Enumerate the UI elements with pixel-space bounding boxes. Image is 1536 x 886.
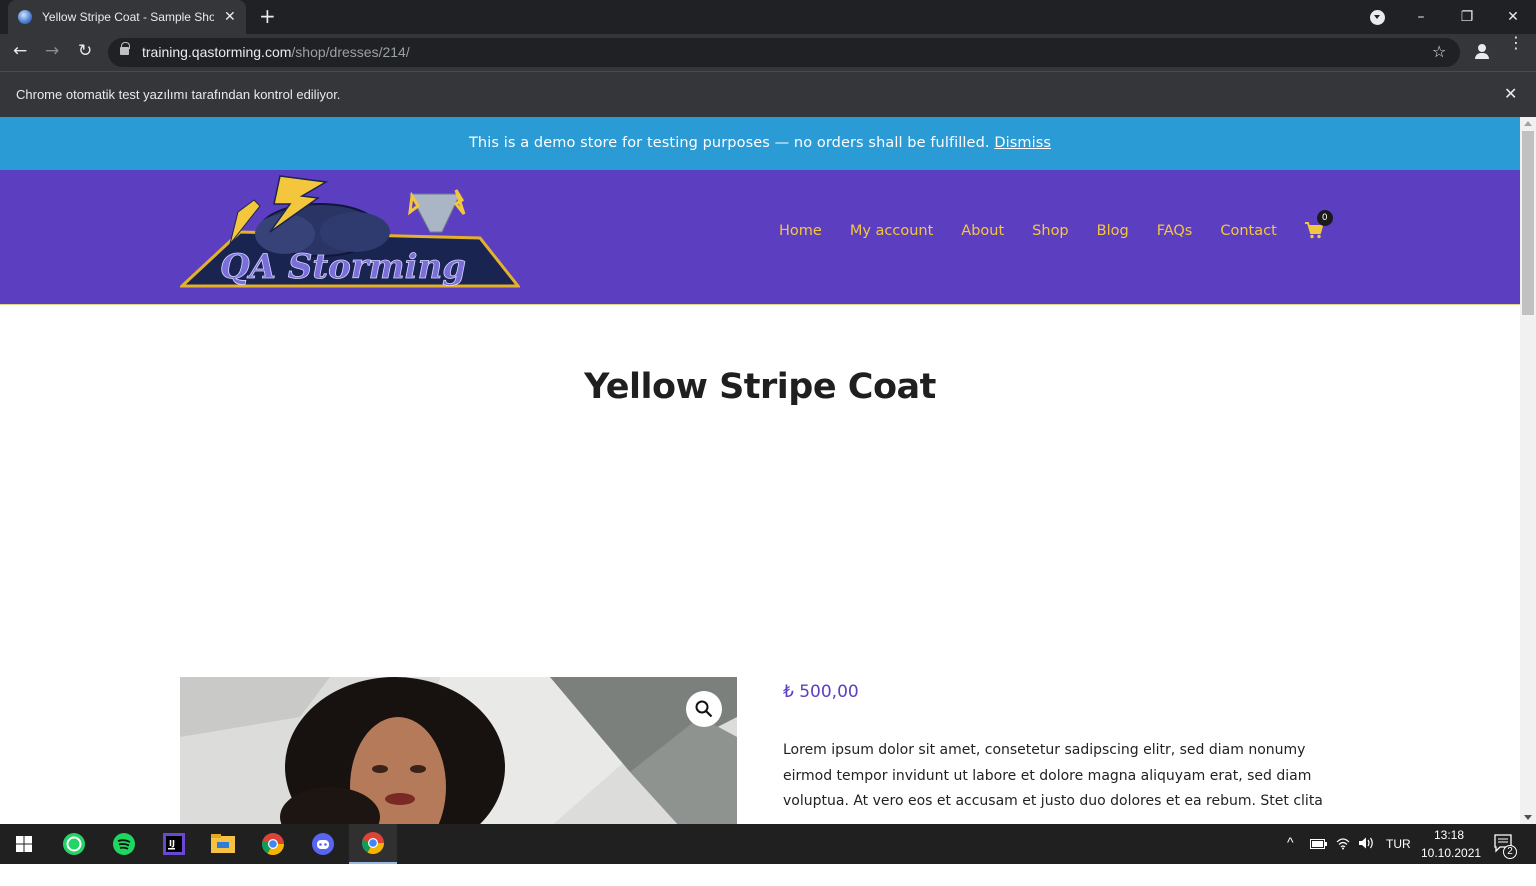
cart-button[interactable]: 0	[1304, 210, 1333, 240]
reload-icon[interactable]: ↻	[78, 41, 92, 61]
logo-text: QA Storming	[220, 247, 466, 287]
product-photo	[180, 677, 737, 824]
page-scrollbar[interactable]	[1520, 117, 1536, 824]
window-close-icon[interactable]: ✕	[1490, 9, 1536, 25]
cart-count-badge: 0	[1316, 210, 1333, 226]
chrome-icon[interactable]	[249, 824, 297, 864]
spotify-icon[interactable]	[100, 824, 148, 864]
forward-arrow-icon[interactable]: →	[45, 41, 59, 61]
address-bar[interactable]: training.qastorming.com/shop/dresses/214…	[108, 38, 1460, 67]
main-nav: Home My account About Shop Blog FAQs Con…	[779, 210, 1333, 240]
site-header: QA Storming Home My account About Shop B…	[0, 170, 1520, 305]
product-price: ₺ 500,00	[783, 682, 859, 702]
restore-icon[interactable]: ❐	[1444, 9, 1490, 25]
battery-icon[interactable]	[1310, 838, 1327, 878]
volume-icon[interactable]	[1358, 836, 1376, 876]
language-indicator[interactable]: TUR	[1386, 837, 1411, 877]
tab-title: Yellow Stripe Coat - Sample Shop	[42, 10, 214, 24]
scroll-up-arrow-icon[interactable]	[1524, 121, 1532, 126]
browser-toolbar: ← → ↻ training.qastorming.com/shop/dress…	[0, 34, 1536, 71]
scroll-down-arrow-icon[interactable]	[1524, 815, 1532, 820]
demo-store-notice: This is a demo store for testing purpose…	[0, 117, 1520, 170]
minimize-icon[interactable]: –	[1398, 9, 1444, 25]
demo-notice-text: This is a demo store for testing purpose…	[468, 135, 990, 151]
product-image[interactable]	[180, 677, 737, 824]
file-explorer-icon[interactable]	[199, 824, 247, 864]
qa-storming-logo[interactable]: QA Storming	[180, 172, 520, 292]
product-title: Yellow Stripe Coat	[584, 367, 936, 407]
back-arrow-icon[interactable]: ←	[13, 41, 27, 61]
infobar-close-icon[interactable]: ✕	[1504, 84, 1517, 103]
magnifier-icon	[695, 700, 713, 718]
nav-my-account[interactable]: My account	[850, 223, 933, 239]
windows-start-icon[interactable]	[0, 824, 48, 864]
nav-contact[interactable]: Contact	[1220, 223, 1276, 239]
notification-count-badge: 2	[1503, 845, 1517, 859]
chrome-active-icon[interactable]	[349, 824, 397, 864]
new-tab-button[interactable]: +	[259, 6, 276, 26]
tab-close-icon[interactable]: ✕	[224, 9, 236, 25]
url-text[interactable]: training.qastorming.com/shop/dresses/214…	[142, 44, 410, 60]
intellij-idea-icon[interactable]: IJ	[150, 824, 198, 864]
dismiss-link[interactable]: Dismiss	[994, 135, 1051, 151]
svg-text:IJ: IJ	[169, 839, 175, 848]
url-path: /shop/dresses/214/	[291, 44, 410, 60]
page-viewport: This is a demo store for testing purpose…	[0, 117, 1520, 824]
menu-kebab-icon[interactable]: ⋮	[1508, 35, 1524, 51]
lock-icon	[120, 42, 130, 55]
zoom-button[interactable]	[686, 691, 722, 727]
url-host: training.qastorming.com	[142, 44, 292, 60]
whatsapp-icon[interactable]	[50, 824, 98, 864]
automation-infobar: Chrome otomatik test yazılımı tarafından…	[0, 71, 1536, 117]
windows-taskbar: IJ ^ TUR 13:18 10.10.2021 2	[0, 824, 1536, 864]
scroll-thumb[interactable]	[1522, 131, 1534, 315]
discord-icon[interactable]	[299, 824, 347, 864]
tab-search-icon[interactable]	[1370, 10, 1385, 25]
clock-date[interactable]: 10.10.2021	[1421, 846, 1481, 886]
profile-icon[interactable]	[1474, 44, 1490, 60]
nav-about[interactable]: About	[961, 223, 1004, 239]
nav-home[interactable]: Home	[779, 223, 822, 239]
site-favicon-icon	[18, 10, 32, 24]
nav-blog[interactable]: Blog	[1097, 223, 1129, 239]
tray-expand-icon[interactable]: ^	[1287, 834, 1294, 874]
browser-tab-strip: Yellow Stripe Coat - Sample Shop ✕ + – ❐…	[0, 0, 1536, 34]
browser-tab[interactable]: Yellow Stripe Coat - Sample Shop ✕	[8, 0, 246, 34]
nav-faqs[interactable]: FAQs	[1157, 223, 1193, 239]
bookmark-star-icon[interactable]: ☆	[1432, 42, 1446, 61]
nav-shop[interactable]: Shop	[1032, 223, 1068, 239]
product-description: Lorem ipsum dolor sit amet, consetetur s…	[783, 742, 1323, 809]
wifi-icon[interactable]	[1336, 836, 1350, 876]
window-controls: – ❐ ✕	[1398, 0, 1536, 34]
infobar-message: Chrome otomatik test yazılımı tarafından…	[16, 87, 341, 102]
